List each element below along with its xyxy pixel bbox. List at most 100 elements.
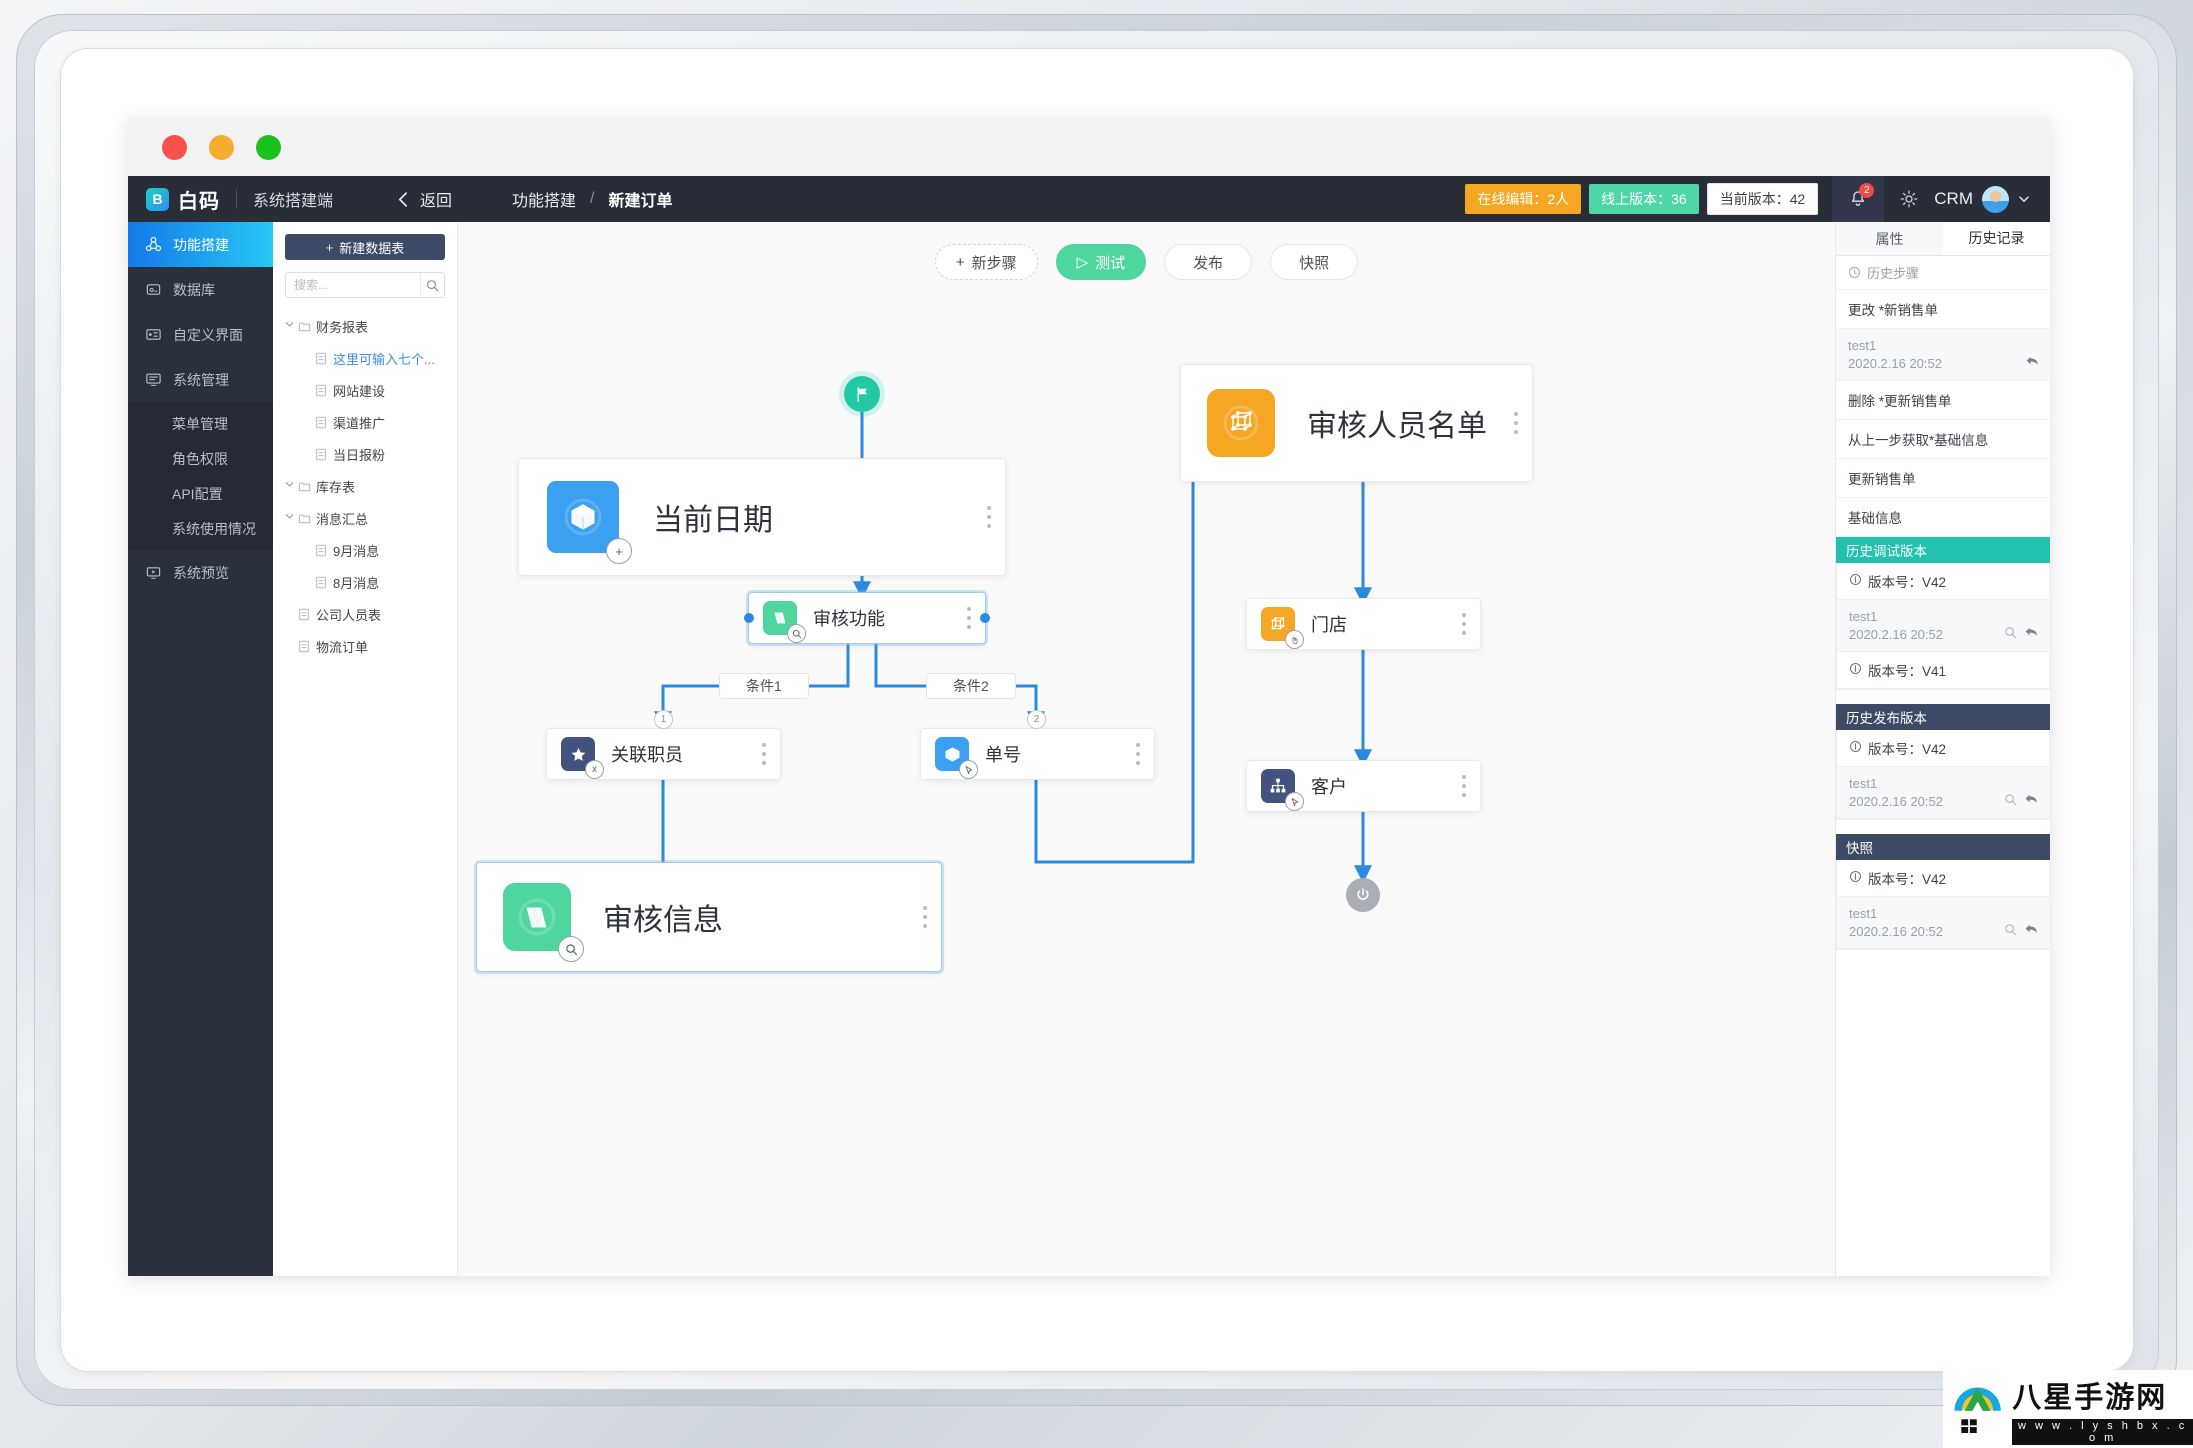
window-minimize-button[interactable] — [209, 134, 234, 160]
window-maximize-button[interactable] — [256, 134, 281, 160]
breadcrumb-parent[interactable]: 功能搭建 — [512, 187, 576, 211]
tree-item-财务报表[interactable]: 财务报表 — [285, 310, 445, 342]
version-sections: 历史调试版本 版本号：V42 test1 2020.2.16 20:52 版本号：V41… — [1836, 537, 2050, 950]
version-row[interactable]: 版本号：V42 — [1837, 730, 2049, 767]
chevron-down-icon[interactable] — [285, 320, 298, 332]
flow-node-关联职员[interactable]: x 关联职员 — [546, 728, 781, 780]
tree-item-物流订单[interactable]: 物流订单 — [285, 630, 445, 662]
history-row-meta: test1 2020.2.16 20:52 — [1836, 329, 2050, 381]
sidebar-subitem-菜单管理[interactable]: 菜单管理 — [128, 406, 273, 441]
tree-item-当日报粉[interactable]: 当日报粉 — [285, 438, 445, 470]
snapshot-button[interactable]: 快照 — [1270, 244, 1359, 280]
version-row[interactable]: 版本号：V42 — [1837, 860, 2049, 897]
history-row[interactable]: 删除 *更新销售单 — [1836, 381, 2050, 420]
sidebar-subitem-系统使用情况[interactable]: 系统使用情况 — [128, 511, 273, 546]
flow-canvas[interactable]: + 新步骤 ▷ 测试 发布 快照 + 当前日期 审核功能 条件1 条件2 1 2… — [458, 222, 1835, 1276]
node-output-port[interactable] — [980, 613, 990, 623]
node-search-badge-icon[interactable] — [787, 624, 806, 643]
flow-node-审核信息[interactable]: 审核信息 — [476, 862, 942, 972]
node-remove-badge-icon[interactable]: x — [585, 760, 604, 779]
condition-label-2[interactable]: 条件2 — [926, 673, 1016, 699]
search-icon[interactable] — [420, 273, 444, 297]
condition-label-1[interactable]: 条件1 — [719, 673, 809, 699]
search-icon[interactable] — [2004, 626, 2017, 642]
tab-属性[interactable]: 属性 — [1836, 222, 1943, 255]
node-menu-button[interactable] — [1136, 743, 1140, 765]
node-hand-badge-icon[interactable] — [1285, 630, 1304, 649]
node-menu-button[interactable] — [1462, 775, 1466, 797]
tab-历史记录[interactable]: 历史记录 — [1943, 222, 2050, 255]
revert-icon[interactable] — [2024, 793, 2039, 809]
sidebar-item-功能搭建[interactable]: 功能搭建 — [128, 222, 273, 267]
add-step-button[interactable]: + 新步骤 — [934, 244, 1038, 280]
sidebar-subitem-角色权限[interactable]: 角色权限 — [128, 441, 273, 476]
flow-node-审核人员名单[interactable]: 审核人员名单 — [1180, 364, 1533, 482]
tree-item-网站建设[interactable]: 网站建设 — [285, 374, 445, 406]
notifications-button[interactable]: 2 — [1832, 176, 1885, 222]
tree-item-8月消息[interactable]: 8月消息 — [285, 566, 445, 598]
left-sidebar: 功能搭建 数据库 自定义界面 系统管理 菜单管理 角色权限 API配置 系统使用… — [128, 222, 273, 1276]
sidebar-item-系统管理[interactable]: 系统管理 — [128, 357, 273, 402]
version-row[interactable]: 版本号：V41 — [1837, 652, 2049, 689]
tree-item-消息汇总[interactable]: 消息汇总 — [285, 502, 445, 534]
search-input[interactable] — [286, 278, 421, 292]
browser-window: B 白码 系统搭建端 返回 功能搭建 / 新建订单 在线编辑：2人 线上版本：3… — [128, 118, 2050, 1276]
node-cursor-badge-icon[interactable] — [959, 760, 978, 779]
tree-item-9月消息[interactable]: 9月消息 — [285, 534, 445, 566]
node-cursor-badge-icon[interactable] — [1285, 792, 1304, 811]
user-menu[interactable]: CRM — [1934, 185, 2050, 213]
tree-item-这里可输入七个...[interactable]: 这里可输入七个... — [285, 342, 445, 374]
tree-item-渠道推广[interactable]: 渠道推广 — [285, 406, 445, 438]
sidebar-subitem-API配置[interactable]: API配置 — [128, 476, 273, 511]
brand-name: 白码 — [178, 190, 220, 213]
tree-item-库存表[interactable]: 库存表 — [285, 470, 445, 502]
node-menu-button[interactable] — [762, 743, 766, 765]
version-row[interactable]: 版本号：V42 — [1837, 563, 2049, 600]
flow-node-当前日期[interactable]: + 当前日期 — [518, 458, 1006, 576]
node-menu-button[interactable] — [1514, 412, 1518, 434]
revert-icon[interactable] — [2025, 355, 2040, 371]
revert-icon[interactable] — [2024, 626, 2039, 642]
clock-icon — [1848, 266, 1861, 279]
test-button[interactable]: ▷ 测试 — [1055, 244, 1147, 280]
node-input-port[interactable] — [744, 613, 754, 623]
new-table-button[interactable]: + 新建数据表 — [285, 234, 445, 260]
history-row[interactable]: 更新销售单 — [1836, 459, 2050, 498]
search-icon[interactable] — [2004, 793, 2017, 809]
flow-start-node[interactable] — [844, 376, 880, 412]
history-row[interactable]: 从上一步获取*基础信息 — [1836, 420, 2050, 459]
chevron-down-icon[interactable] — [285, 480, 298, 492]
back-button[interactable]: 返回 — [395, 187, 452, 211]
flow-node-客户[interactable]: 客户 — [1246, 760, 1481, 812]
flow-end-node[interactable] — [1346, 878, 1380, 912]
history-row[interactable]: 更改 *新销售单 — [1836, 290, 2050, 329]
node-menu-button[interactable] — [987, 506, 991, 528]
revert-icon[interactable] — [2024, 923, 2039, 939]
node-menu-button[interactable] — [923, 906, 927, 928]
sidebar-item-数据库[interactable]: 数据库 — [128, 267, 273, 312]
window-close-button[interactable] — [162, 134, 187, 160]
node-menu-button[interactable] — [1462, 613, 1466, 635]
flow-node-门店[interactable]: 门店 — [1246, 598, 1481, 650]
add-step-label: 新步骤 — [971, 254, 1017, 272]
history-row[interactable]: 基础信息 — [1836, 498, 2050, 537]
settings-button[interactable] — [1884, 176, 1934, 222]
tree-search-box[interactable] — [285, 272, 445, 298]
sidebar-item-系统预览[interactable]: 系统预览 — [128, 550, 273, 595]
app-logo[interactable]: B 白码 — [128, 185, 220, 214]
history-section-header: 历史步骤 — [1836, 256, 2050, 290]
node-search-badge-icon[interactable] — [558, 936, 584, 962]
tree-item-label: 渠道推广 — [333, 415, 386, 431]
flow-node-审核功能[interactable]: 审核功能 — [744, 592, 990, 644]
breadcrumb-current: 新建订单 — [608, 193, 673, 210]
main-area: 功能搭建 数据库 自定义界面 系统管理 菜单管理 角色权限 API配置 系统使用… — [128, 222, 2050, 1276]
publish-button[interactable]: 发布 — [1164, 244, 1253, 280]
tree-item-公司人员表[interactable]: 公司人员表 — [285, 598, 445, 630]
chevron-down-icon[interactable] — [285, 512, 298, 524]
sidebar-item-自定义界面[interactable]: 自定义界面 — [128, 312, 273, 357]
node-add-badge-icon[interactable]: + — [606, 538, 632, 564]
tree-item-label: 财务报表 — [316, 319, 369, 335]
search-icon[interactable] — [2004, 923, 2017, 939]
flow-node-单号[interactable]: 单号 — [920, 728, 1155, 780]
node-menu-button[interactable] — [967, 607, 971, 629]
